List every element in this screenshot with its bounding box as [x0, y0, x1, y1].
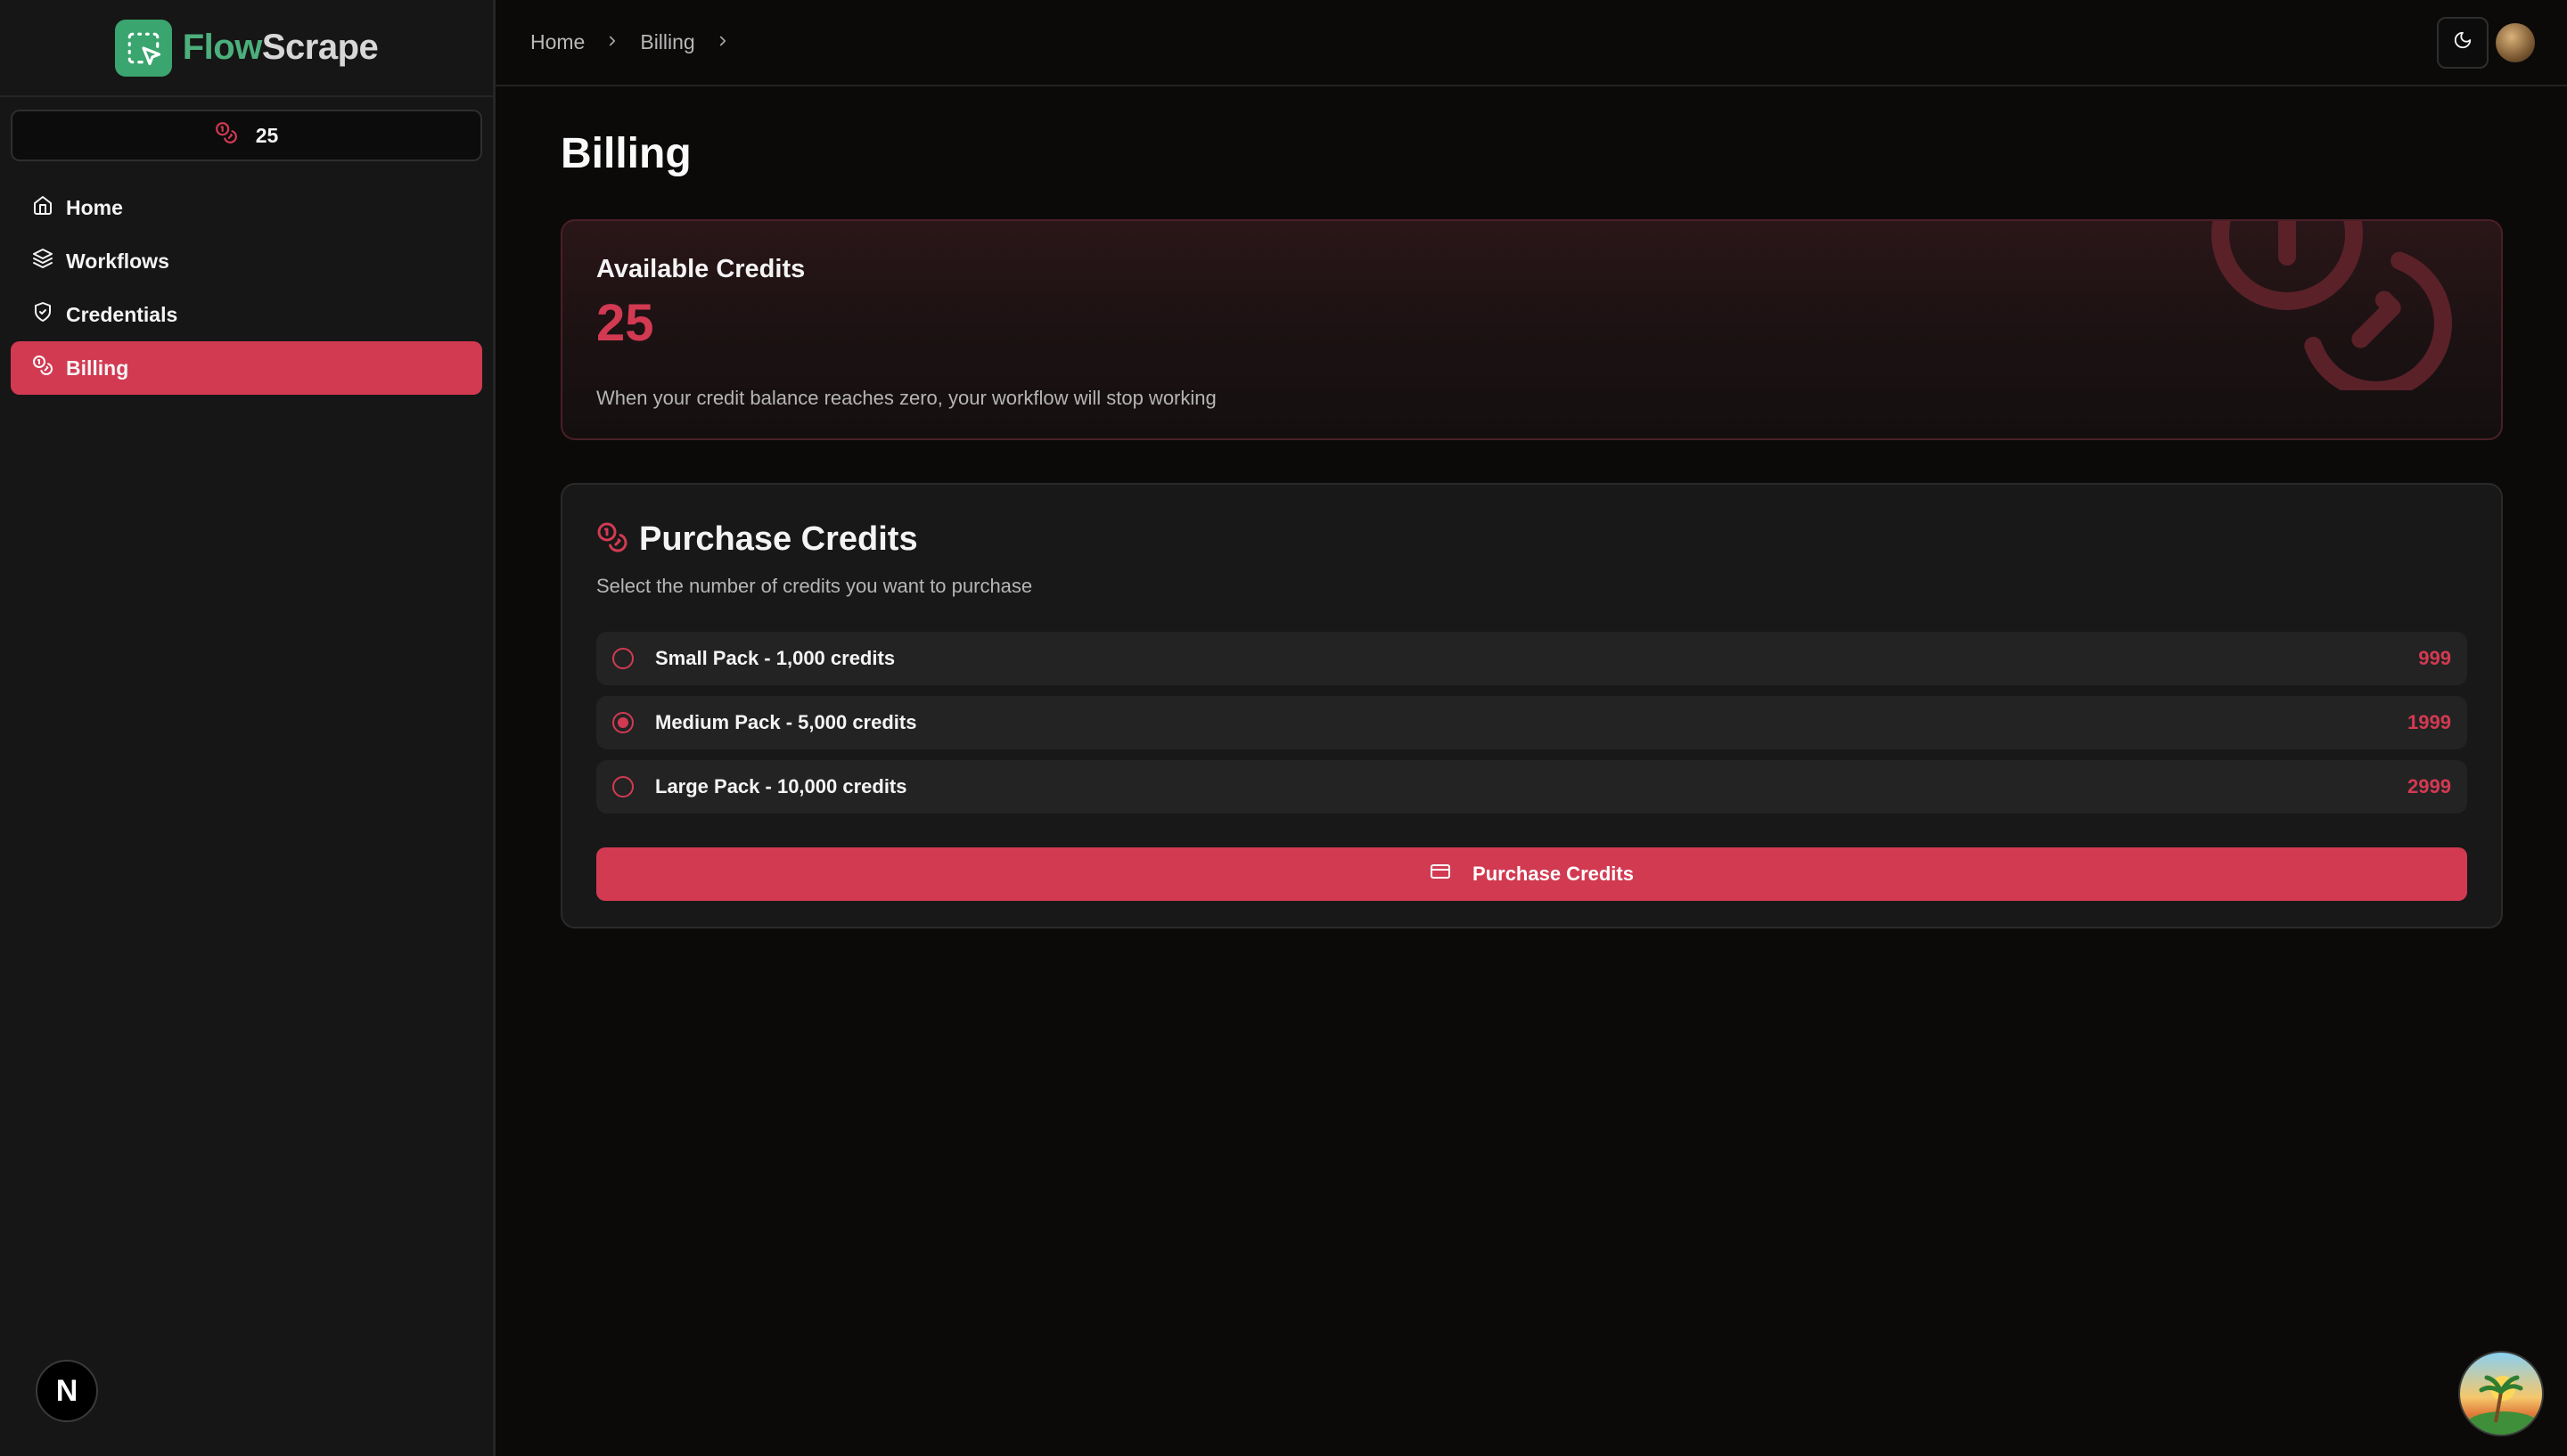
user-avatar[interactable] [2496, 22, 2535, 62]
breadcrumb-billing[interactable]: Billing [640, 30, 694, 54]
purchase-credits-title: Purchase Credits [639, 520, 918, 558]
pack-option-medium[interactable]: Medium Pack - 5,000 credits 1999 [596, 696, 2467, 749]
main-area: Home Billing Billing Available Credits 2… [496, 0, 2567, 1456]
pack-price: 1999 [2407, 711, 2451, 733]
breadcrumb: Home Billing [530, 30, 731, 54]
floating-avatar-widget[interactable] [2458, 1351, 2544, 1436]
sidebar-item-label: Workflows [66, 249, 169, 273]
pack-radio[interactable] [612, 776, 634, 798]
chevron-right-icon [715, 31, 731, 54]
credit-card-icon [1430, 861, 1451, 888]
pack-label: Large Pack - 10,000 credits [655, 775, 907, 798]
credits-balance-value: 25 [255, 123, 279, 147]
purchase-credits-header: Purchase Credits [596, 520, 2467, 559]
purchase-button-label: Purchase Credits [1472, 863, 1634, 885]
pack-radio-selected[interactable] [612, 712, 634, 733]
available-credits-description: When your credit balance reaches zero, y… [596, 387, 1217, 409]
shield-check-icon [32, 301, 53, 328]
nextjs-dev-badge[interactable]: N [36, 1360, 98, 1422]
credit-pack-options: Small Pack - 1,000 credits 999 Medium Pa… [596, 632, 2467, 814]
sidebar-item-label: Home [66, 195, 123, 219]
cursor-select-icon [114, 19, 172, 77]
credits-balance-pill[interactable]: 25 [11, 110, 482, 161]
app-root: FlowScrape 25 Home Workflows Credentials… [0, 0, 2567, 1456]
pack-label: Medium Pack - 5,000 credits [655, 711, 917, 733]
sidebar-item-label: Credentials [66, 302, 178, 326]
nextjs-logo-icon: N [55, 1373, 78, 1408]
logo[interactable]: FlowScrape [0, 0, 493, 97]
pack-option-large[interactable]: Large Pack - 10,000 credits 2999 [596, 760, 2467, 814]
coins-icon [32, 355, 53, 381]
breadcrumb-home[interactable]: Home [530, 30, 585, 54]
pack-price: 999 [2418, 647, 2451, 669]
theme-toggle-button[interactable] [2437, 16, 2489, 69]
purchase-credits-button[interactable]: Purchase Credits [596, 847, 2467, 901]
sidebar-item-workflows[interactable]: Workflows [11, 234, 482, 288]
page-title: Billing [561, 130, 692, 177]
sidebar-item-credentials[interactable]: Credentials [11, 288, 482, 341]
available-credits-label: Available Credits [596, 255, 806, 283]
pack-radio[interactable] [612, 648, 634, 669]
logo-text: FlowScrape [182, 28, 379, 67]
sidebar: FlowScrape 25 Home Workflows Credentials… [0, 0, 496, 1456]
top-bar: Home Billing [496, 0, 2567, 86]
pack-option-small[interactable]: Small Pack - 1,000 credits 999 [596, 632, 2467, 685]
topbar-actions [2437, 16, 2535, 69]
sidebar-nav: Home Workflows Credentials Billing [0, 181, 493, 395]
coins-icon [596, 521, 628, 558]
pack-price: 2999 [2407, 775, 2451, 798]
sidebar-item-label: Billing [66, 356, 129, 380]
home-icon [32, 194, 53, 221]
pack-label: Small Pack - 1,000 credits [655, 647, 896, 669]
purchase-credits-card: Purchase Credits Select the number of cr… [561, 483, 2503, 928]
layers-icon [32, 248, 53, 274]
purchase-credits-subtitle: Select the number of credits you want to… [596, 575, 1033, 597]
available-credits-card: Available Credits 25 When your credit ba… [561, 219, 2503, 440]
page-content: Billing Available Credits 25 When your c… [496, 129, 2567, 928]
available-credits-amount: 25 [596, 294, 654, 352]
sidebar-item-billing[interactable]: Billing [11, 341, 482, 395]
chevron-right-icon [604, 31, 620, 54]
sidebar-item-home[interactable]: Home [11, 181, 482, 234]
island-icon [2465, 1375, 2540, 1435]
coins-icon [215, 121, 238, 150]
coins-decorative-icon [2198, 221, 2465, 399]
moon-icon [2453, 30, 2473, 54]
